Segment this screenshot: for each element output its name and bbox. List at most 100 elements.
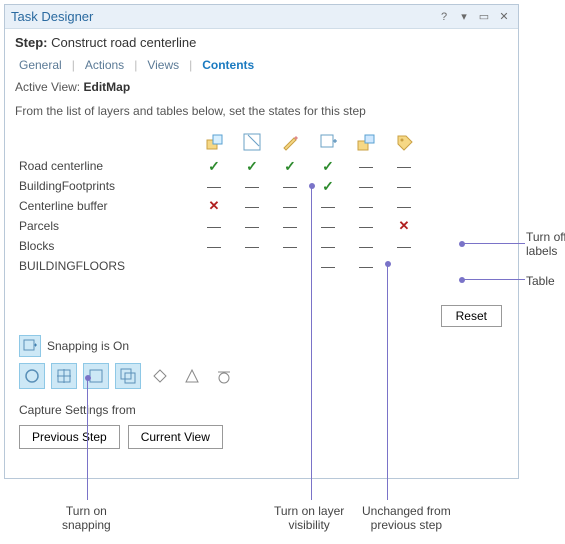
state-cell[interactable]: — [233, 239, 271, 253]
callout-line [462, 243, 525, 244]
state-cell[interactable]: — [385, 199, 423, 213]
callout-unchanged: Unchanged fromprevious step [362, 504, 451, 533]
col-select-icon [195, 132, 233, 152]
state-cell[interactable]: — [271, 219, 309, 233]
intersection-snap-icon[interactable] [147, 363, 173, 389]
callout-turn-off-labels: Turn offlabels [526, 230, 565, 259]
callout-dot [385, 261, 391, 267]
state-cell[interactable]: — [347, 259, 385, 273]
state-cell[interactable]: ✕ [385, 218, 423, 234]
tab-general[interactable]: General [15, 58, 66, 72]
layer-name: Road centerline [15, 159, 195, 173]
col-edit-icon [271, 132, 309, 152]
grid-header [15, 128, 508, 156]
callout-line [462, 279, 525, 280]
layer-name: BuildingFootprints [15, 179, 195, 193]
layer-state-grid: Road centerline✓✓✓✓——BuildingFootprints—… [5, 128, 518, 276]
layer-row: Road centerline✓✓✓✓—— [15, 156, 508, 176]
step-name: Construct road centerline [51, 35, 196, 50]
state-cell[interactable]: — [195, 179, 233, 193]
active-view-row: Active View: EditMap [5, 78, 518, 100]
state-cell[interactable]: — [309, 199, 347, 213]
col-tag-icon [385, 132, 423, 152]
state-cell[interactable]: — [233, 179, 271, 193]
layer-name: BUILDINGFLOORS [15, 259, 195, 273]
state-cell[interactable]: — [347, 219, 385, 233]
close-icon[interactable]: ✕ [496, 9, 512, 25]
state-cell[interactable]: ✕ [195, 198, 233, 214]
maximize-icon[interactable]: ▭ [476, 9, 492, 25]
state-cell[interactable]: — [385, 239, 423, 253]
tab-views[interactable]: Views [143, 58, 183, 72]
layer-name: Parcels [15, 219, 195, 233]
col-visibility-icon [233, 132, 271, 152]
current-view-button[interactable]: Current View [128, 425, 223, 449]
active-view-label: Active View: [15, 80, 80, 94]
capture-label: Capture Settings from [19, 403, 136, 417]
previous-step-button[interactable]: Previous Step [19, 425, 120, 449]
tab-contents[interactable]: Contents [198, 58, 258, 72]
state-cell[interactable]: — [385, 179, 423, 193]
callout-dot [309, 183, 315, 189]
col-label-icon [347, 132, 385, 152]
snapping-label: Snapping is On [47, 339, 129, 353]
state-cell[interactable]: — [309, 259, 347, 273]
callout-dot [459, 277, 465, 283]
dropdown-icon[interactable]: ▾ [456, 9, 472, 25]
step-label: Step: [15, 35, 48, 50]
layer-row: BuildingFootprints———✓—— [15, 176, 508, 196]
state-cell[interactable]: — [347, 179, 385, 193]
callout-line [387, 264, 388, 500]
help-icon[interactable]: ? [436, 9, 452, 25]
state-cell[interactable]: ✓ [233, 158, 271, 175]
state-cell[interactable]: — [233, 219, 271, 233]
state-cell[interactable]: — [195, 239, 233, 253]
task-designer-panel: Task Designer ? ▾ ▭ ✕ Step: Construct ro… [4, 4, 519, 479]
layer-row: Centerline buffer✕————— [15, 196, 508, 216]
state-cell[interactable]: — [271, 179, 309, 193]
reset-button[interactable]: Reset [441, 305, 502, 327]
col-snapping-icon [309, 132, 347, 152]
edge-snap-icon[interactable] [115, 363, 141, 389]
active-view-name: EditMap [83, 80, 130, 94]
snapping-row: Snapping is On [19, 335, 129, 357]
state-cell[interactable]: ✓ [271, 158, 309, 175]
state-cell[interactable]: — [385, 159, 423, 173]
snapping-toggle-icon[interactable] [19, 335, 41, 357]
tab-strip: General| Actions| Views| Contents [5, 54, 518, 78]
callout-dot [85, 375, 91, 381]
capture-buttons: Previous Step Current View [19, 425, 223, 449]
callout-table: Table [526, 274, 555, 288]
state-cell[interactable]: — [271, 199, 309, 213]
point-snap-icon[interactable] [19, 363, 45, 389]
layer-name: Blocks [15, 239, 195, 253]
end-snap-icon[interactable] [51, 363, 77, 389]
layer-row: BUILDINGFLOORS —— [15, 256, 508, 276]
state-cell[interactable]: — [309, 239, 347, 253]
callout-line [311, 186, 312, 500]
step-row: Step: Construct road centerline [5, 29, 518, 54]
tangent-snap-icon[interactable] [211, 363, 237, 389]
callout-visibility: Turn on layervisibility [274, 504, 344, 533]
state-cell[interactable]: ✓ [195, 158, 233, 175]
instruction-text: From the list of layers and tables below… [5, 100, 518, 128]
state-cell[interactable]: — [347, 239, 385, 253]
state-cell[interactable]: — [271, 239, 309, 253]
snap-tool-row [19, 363, 237, 389]
state-cell[interactable]: ✓ [309, 158, 347, 175]
state-cell[interactable]: — [309, 219, 347, 233]
state-cell[interactable]: — [233, 199, 271, 213]
midpoint-snap-icon[interactable] [179, 363, 205, 389]
state-cell[interactable]: — [347, 199, 385, 213]
callout-snapping: Turn onsnapping [62, 504, 111, 533]
state-cell[interactable]: — [347, 159, 385, 173]
layer-name: Centerline buffer [15, 199, 195, 213]
callout-dot [459, 241, 465, 247]
layer-row: Parcels—————✕ [15, 216, 508, 236]
window-title: Task Designer [11, 9, 432, 24]
state-cell[interactable]: — [195, 219, 233, 233]
tab-actions[interactable]: Actions [81, 58, 128, 72]
titlebar: Task Designer ? ▾ ▭ ✕ [5, 5, 518, 29]
layer-row: Blocks—————— [15, 236, 508, 256]
callout-line [87, 378, 88, 500]
